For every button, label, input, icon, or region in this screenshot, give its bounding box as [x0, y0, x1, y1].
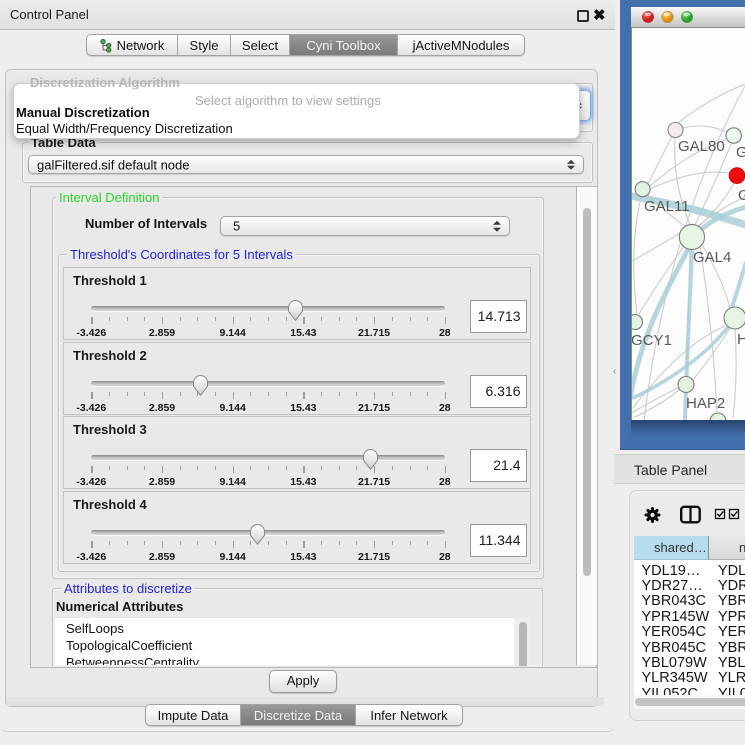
svg-text:GAL4: GAL4 [693, 249, 731, 266]
svg-text:GCY1: GCY1 [632, 332, 672, 349]
svg-text:GA: GA [736, 144, 745, 161]
svg-text:H: H [737, 331, 745, 348]
svg-text:GAL11: GAL11 [644, 198, 690, 215]
svg-text:GAL80: GAL80 [678, 138, 725, 155]
svg-text:G: G [738, 187, 745, 204]
svg-text:HAP2: HAP2 [686, 395, 725, 412]
